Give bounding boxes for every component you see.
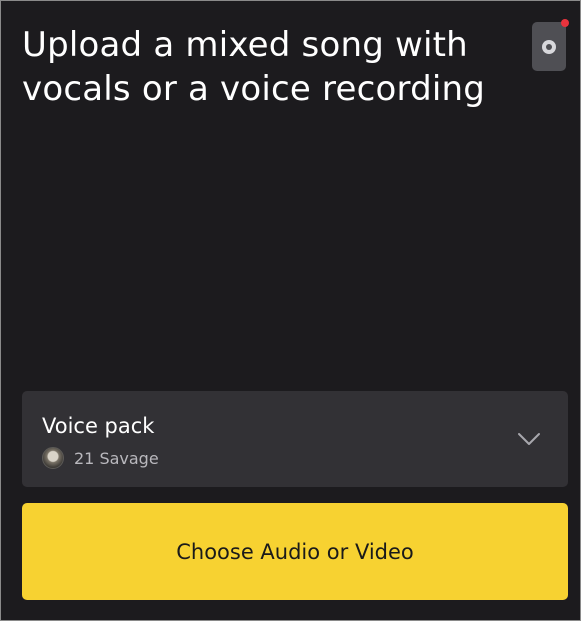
avatar [42, 447, 64, 469]
choose-audio-video-label: Choose Audio or Video [176, 539, 414, 564]
voice-pack-selector[interactable]: Voice pack 21 Savage [22, 391, 568, 487]
page-title: Upload a mixed song with vocals or a voi… [22, 25, 486, 109]
upload-panel: Upload a mixed song with vocals or a voi… [0, 0, 581, 621]
voice-pack-name: 21 Savage [74, 448, 159, 468]
chevron-down-icon [517, 431, 541, 450]
notification-dot [561, 19, 569, 27]
selected-voice: 21 Savage [42, 446, 159, 470]
voice-pack-label: Voice pack [42, 414, 155, 438]
settings-button[interactable] [532, 19, 569, 71]
choose-audio-video-button[interactable]: Choose Audio or Video [22, 503, 568, 600]
